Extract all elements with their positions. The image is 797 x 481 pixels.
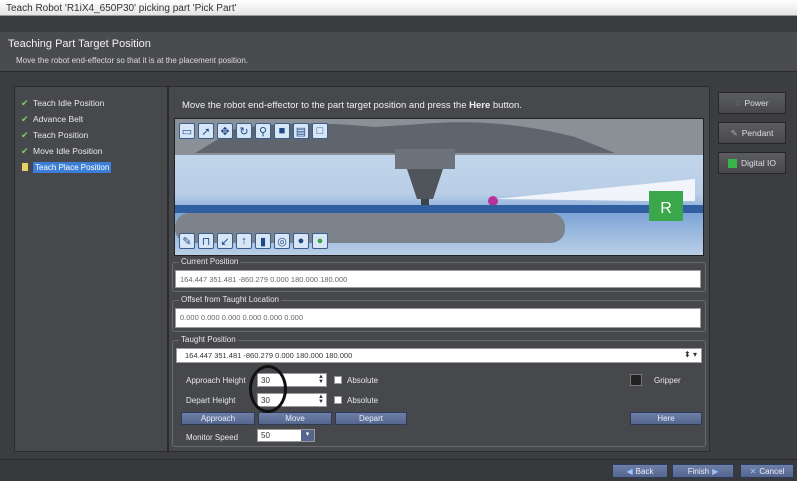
power-icon: ◌ bbox=[735, 98, 741, 108]
current-step-marker-icon bbox=[22, 163, 28, 171]
approach-height-label: Approach Height bbox=[186, 376, 246, 385]
step-item-advance-belt[interactable]: ✔ Advance Belt bbox=[21, 111, 161, 127]
step-label: Teach Idle Position bbox=[33, 98, 105, 108]
pointer-icon[interactable]: ➚ bbox=[198, 123, 214, 139]
pendant-label: Pendant bbox=[741, 128, 774, 138]
move-button[interactable]: Move bbox=[258, 412, 332, 425]
highlight-circle bbox=[249, 365, 287, 413]
offset-field: 0.000 0.000 0.000 0.000 0.000 0.000 bbox=[175, 308, 701, 328]
instruction-after: button. bbox=[490, 100, 522, 111]
viewport-bottom-toolbar: ✎ ⊓ ↙ ↑ ▮ ◎ ● ● bbox=[179, 233, 328, 249]
arrow-up-icon[interactable]: ↑ bbox=[236, 233, 252, 249]
orbit-icon[interactable]: ◎ bbox=[274, 233, 290, 249]
steps-list: ✔ Teach Idle Position ✔ Advance Belt ✔ Teac… bbox=[14, 86, 168, 452]
digital-io-label: Digital IO bbox=[741, 158, 776, 168]
gripper-toggle[interactable] bbox=[630, 374, 642, 386]
step-label: Move Idle Position bbox=[33, 146, 103, 156]
taught-position-value: 164.447 351.481 -860.279 0.000 180.000 1… bbox=[185, 351, 353, 360]
instruction-text: Move the robot end-effector to the part … bbox=[182, 100, 522, 111]
pendant-button[interactable]: ✎ Pendant bbox=[718, 122, 786, 144]
depart-button[interactable]: Depart bbox=[335, 412, 407, 425]
cancel-label: Cancel bbox=[759, 466, 785, 476]
approach-button[interactable]: Approach bbox=[181, 412, 255, 425]
stepper-arrows-icon[interactable]: ▲ ▼ bbox=[318, 394, 324, 405]
depart-absolute-checkbox[interactable] bbox=[334, 396, 342, 404]
target-marker bbox=[488, 196, 498, 206]
finish-button[interactable]: Finish ▶ bbox=[672, 464, 734, 478]
finish-label: Finish bbox=[687, 466, 710, 476]
depart-absolute-label: Absolute bbox=[347, 396, 379, 405]
move-icon[interactable]: ✥ bbox=[217, 123, 233, 139]
sphere-icon[interactable]: ● bbox=[293, 233, 309, 249]
window-title: Teach Robot 'R1iX4_650P30' picking part … bbox=[0, 0, 797, 16]
green-dot-icon[interactable]: ● bbox=[312, 233, 328, 249]
belt-edge bbox=[175, 205, 703, 213]
approach-absolute-checkbox[interactable] bbox=[334, 376, 342, 384]
step-label: Teach Position bbox=[33, 130, 89, 140]
check-icon: ✔ bbox=[21, 97, 29, 108]
digital-io-icon bbox=[728, 158, 738, 168]
check-icon: ✔ bbox=[21, 113, 29, 124]
page-title: Teaching Part Target Position bbox=[8, 38, 151, 50]
taught-position-select[interactable]: 164.447 351.481 -860.279 0.000 180.000 1… bbox=[176, 348, 702, 363]
document-icon[interactable]: ▤ bbox=[293, 123, 309, 139]
close-icon: ✕ bbox=[749, 466, 757, 476]
step-item-teach-position[interactable]: ✔ Teach Position bbox=[21, 127, 161, 143]
digital-io-button[interactable]: Digital IO bbox=[718, 152, 786, 174]
wizard-header: Teaching Part Target Position Move the r… bbox=[0, 16, 797, 72]
gripper-label: Gripper bbox=[654, 376, 681, 385]
stepper-arrows-icon[interactable]: ▲ ▼ bbox=[318, 374, 324, 385]
step-item-teach-place[interactable]: Teach Place Position bbox=[21, 159, 161, 175]
pendant-icon: ✎ bbox=[730, 127, 738, 138]
axis-icon[interactable]: ↙ bbox=[217, 233, 233, 249]
step-label: Advance Belt bbox=[33, 114, 84, 124]
step-item-teach-idle[interactable]: ✔ Teach Idle Position bbox=[21, 95, 161, 111]
instruction-bold: Here bbox=[469, 100, 491, 111]
viewport-top-toolbar: ▭ ➚ ✥ ↻ ⚲ ■ ▤ □ bbox=[179, 123, 328, 139]
box-icon[interactable]: □ bbox=[312, 123, 328, 139]
cube-icon[interactable]: ■ bbox=[274, 123, 290, 139]
dropdown-arrow-icon: ⬍ ▾ bbox=[684, 350, 697, 359]
cancel-button[interactable]: ✕ Cancel bbox=[740, 464, 794, 478]
check-icon: ✔ bbox=[21, 145, 29, 156]
ruler-icon[interactable]: ⊓ bbox=[198, 233, 214, 249]
offset-label: Offset from Taught Location bbox=[179, 295, 281, 304]
rotate-icon[interactable]: ↻ bbox=[236, 123, 252, 139]
robot-3d-viewport[interactable]: R ▭ ➚ ✥ ↻ ⚲ ■ ▤ □ ✎ ⊓ ↙ ↑ ▮ ◎ ● ● bbox=[174, 118, 704, 256]
finish-arrow-icon: ▶ bbox=[712, 466, 719, 476]
step-item-move-idle[interactable]: ✔ Move Idle Position bbox=[21, 143, 161, 159]
taught-position-label: Taught Position bbox=[179, 335, 238, 344]
tool-head bbox=[395, 149, 455, 169]
depart-height-label: Depart Height bbox=[186, 396, 236, 405]
monitor-speed-select[interactable]: 50 ▾ bbox=[257, 429, 315, 442]
back-button[interactable]: ◀ Back bbox=[612, 464, 668, 478]
tool-cone bbox=[407, 169, 443, 199]
current-position-field: 164.447 351.481 -860.279 0.000 180.000 1… bbox=[175, 270, 701, 288]
edit-icon[interactable]: ✎ bbox=[179, 233, 195, 249]
approach-absolute-label: Absolute bbox=[347, 376, 379, 385]
instruction-before: Move the robot end-effector to the part … bbox=[182, 100, 470, 111]
monitor-speed-value: 50 bbox=[261, 431, 270, 440]
power-button[interactable]: ◌ Power bbox=[718, 92, 786, 114]
window-icon[interactable]: ▭ bbox=[179, 123, 195, 139]
zoom-icon[interactable]: ⚲ bbox=[255, 123, 271, 139]
back-label: Back bbox=[635, 466, 654, 476]
cylinder-icon[interactable]: ▮ bbox=[255, 233, 271, 249]
header-strip bbox=[0, 16, 797, 32]
page-subtitle: Move the robot end-effector so that it i… bbox=[16, 56, 248, 65]
here-button[interactable]: Here bbox=[630, 412, 702, 425]
step-label: Teach Place Position bbox=[33, 161, 112, 173]
back-arrow-icon: ◀ bbox=[626, 466, 633, 476]
r-marker-label: R bbox=[660, 200, 672, 217]
chevron-down-icon[interactable]: ▾ bbox=[301, 430, 314, 441]
power-label: Power bbox=[744, 98, 769, 108]
check-icon: ✔ bbox=[21, 129, 29, 140]
monitor-speed-label: Monitor Speed bbox=[186, 433, 239, 442]
current-position-label: Current Position bbox=[179, 257, 241, 266]
